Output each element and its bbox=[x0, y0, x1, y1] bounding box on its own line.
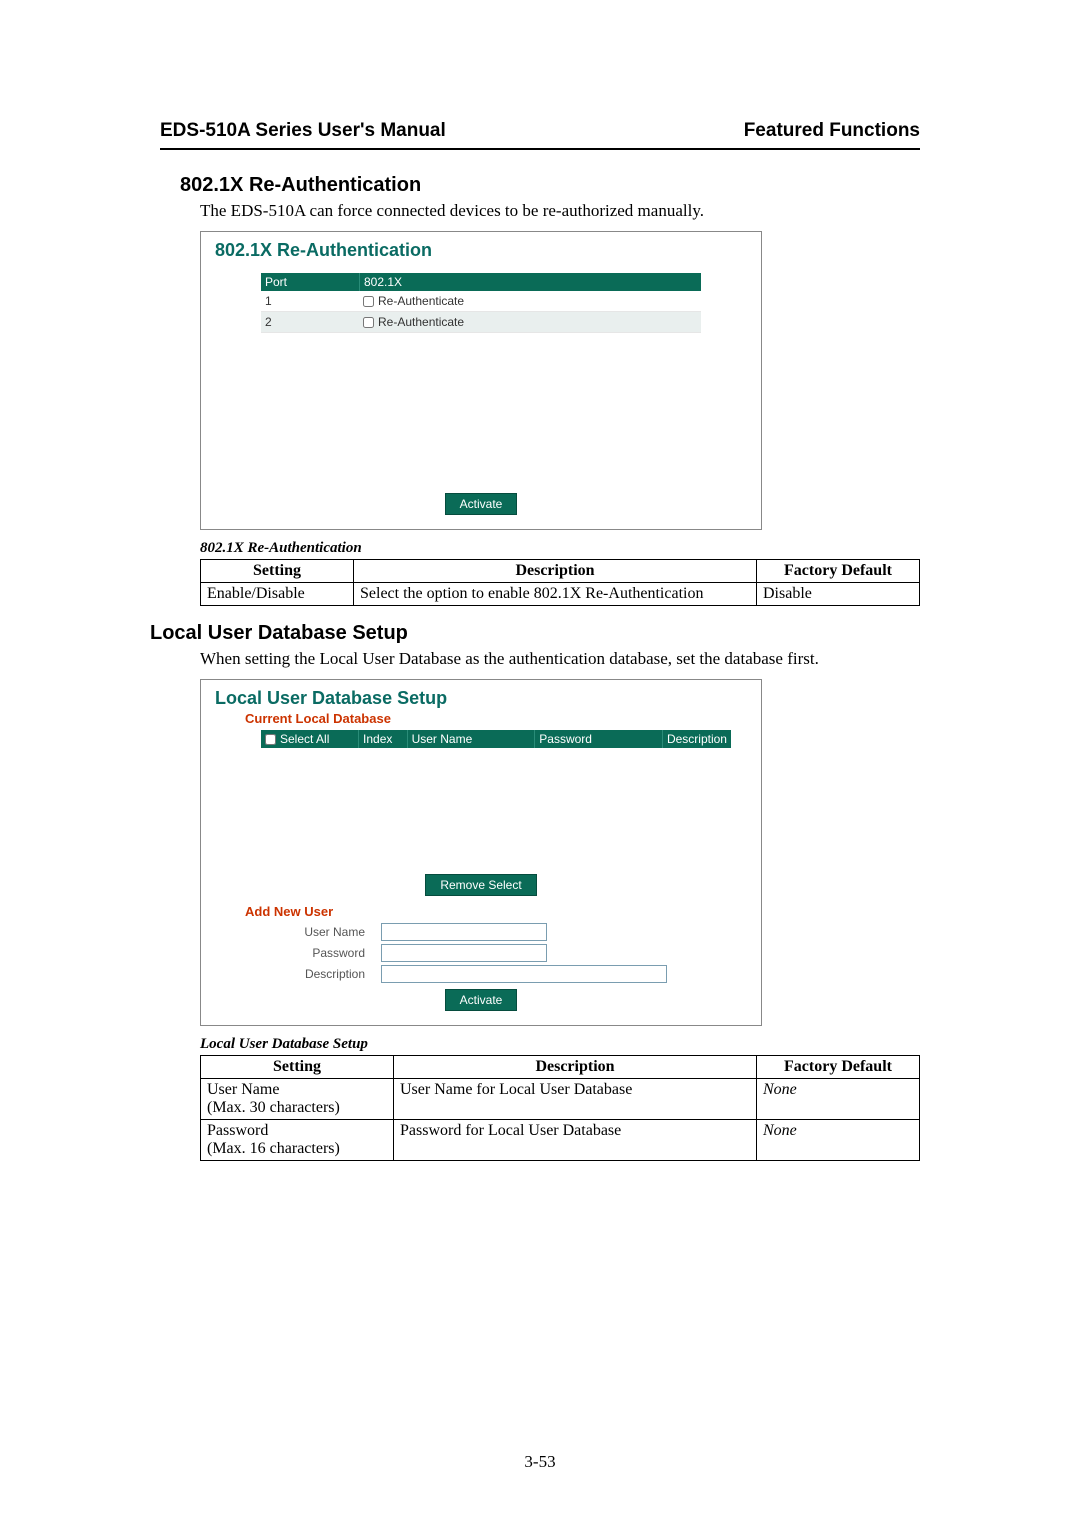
chapter-title: Featured Functions bbox=[744, 120, 920, 142]
setting-line1: User Name bbox=[207, 1081, 279, 1098]
reauth-checkbox[interactable] bbox=[363, 296, 374, 307]
reauth-row: 2 Re-Authenticate bbox=[261, 312, 701, 333]
ss1-title: 802.1X Re-Authentication bbox=[215, 240, 761, 261]
th-description: Description bbox=[394, 1056, 757, 1079]
table1-caption: 802.1X Re-Authentication bbox=[200, 540, 920, 557]
section-heading-localdb: Local User Database Setup bbox=[150, 622, 920, 645]
reauth-col-8021x: 802.1X bbox=[360, 273, 701, 291]
form-row-username: User Name bbox=[245, 923, 761, 941]
ss2-subtitle: Current Local Database bbox=[245, 711, 761, 726]
reauth-checkbox-label: Re-Authenticate bbox=[378, 315, 464, 329]
section-intro-reauth: The EDS-510A can force connected devices… bbox=[200, 201, 920, 221]
th-factory-default: Factory Default bbox=[757, 1056, 920, 1079]
page-header: EDS-510A Series User's Manual Featured F… bbox=[160, 120, 920, 142]
th-description: Description bbox=[354, 560, 757, 583]
add-new-user-heading: Add New User bbox=[245, 904, 761, 919]
remove-select-button[interactable]: Remove Select bbox=[425, 874, 536, 896]
cell-description: Password for Local User Database bbox=[394, 1120, 757, 1161]
reauth-table-head: Port 802.1X bbox=[261, 273, 701, 291]
input-username[interactable] bbox=[381, 923, 547, 941]
localdb-table-head: Select All Index User Name Password Desc… bbox=[261, 730, 731, 748]
settings-table-reauth: Setting Description Factory Default Enab… bbox=[200, 559, 920, 606]
col-description: Description bbox=[663, 730, 731, 748]
reauth-port-cell: 2 bbox=[261, 312, 359, 332]
settings-table-localdb: Setting Description Factory Default User… bbox=[200, 1055, 920, 1161]
header-rule bbox=[160, 148, 920, 150]
table2-caption: Local User Database Setup bbox=[200, 1036, 920, 1053]
table-row: Enable/Disable Select the option to enab… bbox=[201, 583, 920, 606]
screenshot-reauth: 802.1X Re-Authentication Port 802.1X 1 R… bbox=[200, 231, 762, 530]
section-intro-localdb: When setting the Local User Database as … bbox=[200, 649, 920, 669]
cell-setting: Enable/Disable bbox=[201, 583, 354, 606]
screenshot-localdb: Local User Database Setup Current Local … bbox=[200, 679, 762, 1026]
form-row-password: Password bbox=[245, 944, 761, 962]
cell-description: User Name for Local User Database bbox=[394, 1079, 757, 1120]
page-number: 3-53 bbox=[0, 1452, 1080, 1472]
reauth-checkbox[interactable] bbox=[363, 317, 374, 328]
col-username: User Name bbox=[408, 730, 536, 748]
th-factory-default: Factory Default bbox=[757, 560, 920, 583]
col-index: Index bbox=[359, 730, 408, 748]
activate-button[interactable]: Activate bbox=[445, 493, 518, 515]
cell-default: Disable bbox=[757, 583, 920, 606]
reauth-row: 1 Re-Authenticate bbox=[261, 291, 701, 312]
reauth-col-port: Port bbox=[261, 273, 360, 291]
th-setting: Setting bbox=[201, 1056, 394, 1079]
localdb-body-empty bbox=[261, 748, 731, 868]
form-row-description: Description bbox=[245, 965, 761, 983]
reauth-table: Port 802.1X 1 Re-Authenticate 2 Re-Authe… bbox=[261, 273, 701, 333]
cell-setting: User Name (Max. 30 characters) bbox=[201, 1079, 394, 1120]
section-heading-reauth: 802.1X Re-Authentication bbox=[180, 174, 920, 197]
setting-line1: Password bbox=[207, 1122, 268, 1139]
cell-default: None bbox=[757, 1120, 920, 1161]
setting-line2: (Max. 16 characters) bbox=[207, 1140, 340, 1157]
table-row: Password (Max. 16 characters) Password f… bbox=[201, 1120, 920, 1161]
document-page: EDS-510A Series User's Manual Featured F… bbox=[0, 0, 1080, 1527]
input-description[interactable] bbox=[381, 965, 667, 983]
manual-title: EDS-510A Series User's Manual bbox=[160, 120, 446, 142]
label-password: Password bbox=[245, 946, 381, 960]
reauth-port-cell: 1 bbox=[261, 291, 359, 311]
table-row: User Name (Max. 30 characters) User Name… bbox=[201, 1079, 920, 1120]
reauth-checkbox-label: Re-Authenticate bbox=[378, 294, 464, 308]
ss2-title: Local User Database Setup bbox=[215, 688, 761, 709]
th-setting: Setting bbox=[201, 560, 354, 583]
cell-default: None bbox=[757, 1079, 920, 1120]
label-description: Description bbox=[245, 967, 381, 981]
localdb-table: Select All Index User Name Password Desc… bbox=[261, 730, 731, 868]
activate-button[interactable]: Activate bbox=[445, 989, 518, 1011]
col-select-all: Select All bbox=[280, 732, 329, 746]
input-password[interactable] bbox=[381, 944, 547, 962]
cell-description: Select the option to enable 802.1X Re-Au… bbox=[354, 583, 757, 606]
label-username: User Name bbox=[245, 925, 381, 939]
col-password: Password bbox=[535, 730, 663, 748]
setting-line2: (Max. 30 characters) bbox=[207, 1099, 340, 1116]
cell-setting: Password (Max. 16 characters) bbox=[201, 1120, 394, 1161]
select-all-checkbox[interactable] bbox=[265, 734, 276, 745]
